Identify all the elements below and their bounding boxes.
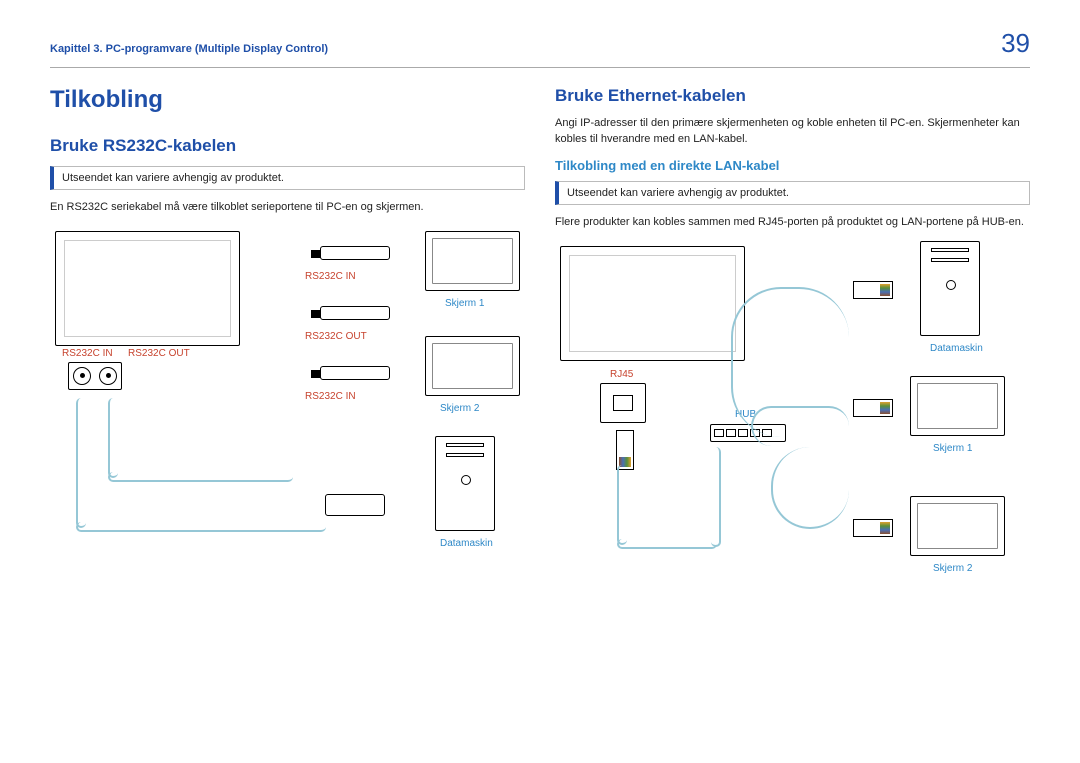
rj45-port-icon: [600, 383, 646, 423]
monitor-back-icon: [560, 246, 745, 361]
page-number: 39: [1001, 28, 1030, 59]
cable-icon: [771, 447, 849, 529]
subsection-rs232c: Bruke RS232C-kabelen: [50, 136, 525, 156]
label-rs-out-a: RS232C OUT: [128, 348, 190, 359]
pc-tower-icon: [435, 436, 495, 531]
rj45-plug-icon: [853, 399, 893, 417]
port-pair-icon: [68, 362, 122, 390]
cable-icon: [751, 406, 849, 446]
cable-icon: [76, 522, 326, 532]
right-column: Bruke Ethernet-kabelen Angi IP-adresser …: [555, 86, 1030, 641]
rj45-plug-icon: [853, 519, 893, 537]
section-title: Tilkobling: [50, 86, 525, 114]
rj45-plug-icon: [853, 281, 893, 299]
label-rs-in-a: RS232C IN: [62, 348, 113, 359]
label-pc-right: Datamaskin: [930, 343, 983, 354]
cable-icon: [108, 398, 118, 478]
subsection-ethernet: Bruke Ethernet-kabelen: [555, 86, 1030, 106]
cable-icon: [711, 447, 721, 547]
body-rs232c: En RS232C seriekabel må være tilkoblet s…: [50, 200, 525, 216]
chapter-label: Kapittel 3. PC-programvare (Multiple Dis…: [50, 43, 328, 55]
jack-3-icon: [320, 366, 390, 380]
diagram-ethernet: RJ45 Datamaskin Skjerm 1 Skjerm 2: [555, 241, 1030, 641]
label-datamaskin-left: Datamaskin: [440, 538, 493, 549]
screen-2-icon: [425, 336, 520, 396]
note-appearance-right: Utseendet kan variere avhengig av produk…: [555, 181, 1030, 205]
pc-tower-icon: [920, 241, 980, 336]
label-screen2-right: Skjerm 2: [933, 563, 972, 574]
label-screen2: Skjerm 2: [440, 403, 479, 414]
monitor-back-icon: [55, 231, 240, 346]
label-screen1: Skjerm 1: [445, 298, 484, 309]
note-appearance-left: Utseendet kan variere avhengig av produk…: [50, 166, 525, 190]
screen-1-icon: [425, 231, 520, 291]
label-rs-out-b: RS232C OUT: [305, 331, 367, 342]
rj45-plug-icon: [616, 430, 634, 470]
two-column-layout: Tilkobling Bruke RS232C-kabelen Utseende…: [50, 86, 1030, 641]
diagram-rs232c: Skjerm 1 Skjerm 2 RS232C IN RS232C OUT R…: [50, 226, 525, 576]
body-ethernet-intro: Angi IP-adresser til den primære skjerme…: [555, 116, 1030, 148]
screen-1-icon: [910, 376, 1005, 436]
cable-icon: [617, 465, 627, 545]
jack-2-icon: [320, 306, 390, 320]
label-rs-in-c: RS232C IN: [305, 391, 356, 402]
label-rj45: RJ45: [610, 369, 633, 380]
cable-icon: [76, 398, 86, 528]
body-lan: Flere produkter kan kobles sammen med RJ…: [555, 215, 1030, 231]
screen-2-icon: [910, 496, 1005, 556]
subsubsection-lan: Tilkobling med en direkte LAN-kabel: [555, 158, 1030, 173]
cable-icon: [617, 539, 717, 549]
vga-connector-icon: [325, 494, 385, 516]
label-rs-in-b: RS232C IN: [305, 271, 356, 282]
manual-page: Kapittel 3. PC-programvare (Multiple Dis…: [0, 0, 1080, 763]
label-screen1-right: Skjerm 1: [933, 443, 972, 454]
jack-1-icon: [320, 246, 390, 260]
cable-icon: [108, 472, 293, 482]
left-column: Tilkobling Bruke RS232C-kabelen Utseende…: [50, 86, 525, 641]
header-divider: [50, 67, 1030, 68]
page-header: Kapittel 3. PC-programvare (Multiple Dis…: [50, 28, 1030, 59]
